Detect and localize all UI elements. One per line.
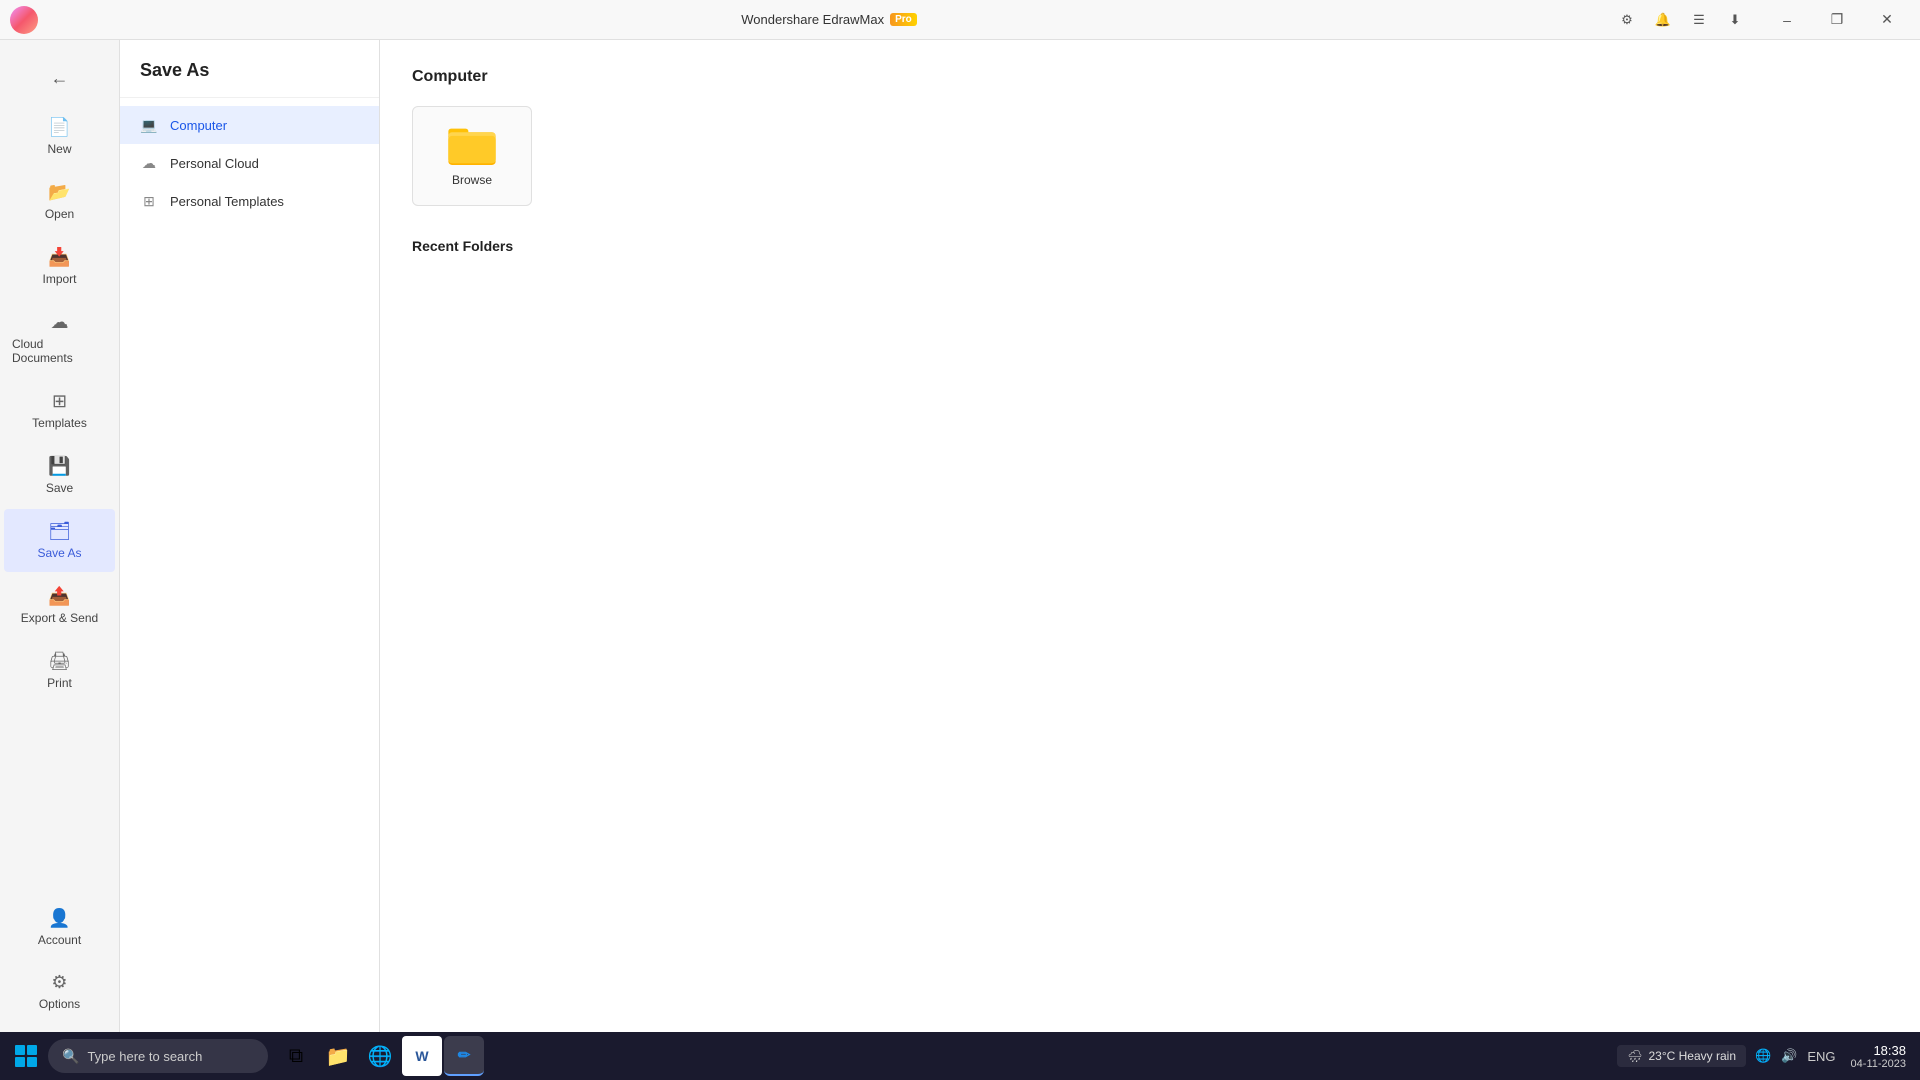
toolbar-icons: ⚙ 🔔 ☰ ⬇ <box>1612 6 1750 34</box>
save-as-computer-label: Computer <box>170 118 227 133</box>
sidebar-item-import-label: Import <box>42 272 76 286</box>
volume-icon[interactable]: 🔊 <box>1778 1046 1800 1066</box>
save-as-panel: Save As 💻 Computer ☁ Personal Cloud ⊞ Pe… <box>120 40 380 1032</box>
recent-folders-title: Recent Folders <box>412 238 1888 254</box>
network-icon[interactable]: 🌐 <box>1752 1046 1774 1066</box>
titlebar-controls: ⚙ 🔔 ☰ ⬇ – ❐ ✕ <box>1612 4 1910 36</box>
taskbar-app-edrawmax[interactable]: ✏ <box>444 1036 484 1076</box>
browse-card[interactable]: Browse <box>412 106 532 206</box>
taskbar-app-task-view[interactable]: ⧉ <box>276 1036 316 1076</box>
windows-logo <box>15 1045 37 1067</box>
sidebar-item-account-label: Account <box>38 933 81 947</box>
save-as-options: 💻 Computer ☁ Personal Cloud ⊞ Personal T… <box>120 98 379 228</box>
weather-widget[interactable]: 🌧 23°C Heavy rain <box>1617 1045 1746 1067</box>
taskbar-search-box[interactable]: 🔍 Type here to search <box>48 1039 268 1073</box>
save-as-title: Save As <box>120 40 379 98</box>
sidebar-left: ← 📄 New 📂 Open 📥 Import ☁ Cloud Document… <box>0 40 120 1032</box>
browse-label: Browse <box>452 173 492 187</box>
taskbar-right: 🌧 23°C Heavy rain 🌐 🔊 ENG 18:38 04-11-20… <box>1617 1041 1912 1072</box>
clock-date: 04-11-2023 <box>1851 1058 1906 1070</box>
section-title: Computer <box>412 68 1888 86</box>
save-as-personal-templates-option[interactable]: ⊞ Personal Templates <box>120 182 379 220</box>
sidebar-item-export-label: Export & Send <box>21 611 98 625</box>
sidebar-bottom: 👤 Account ⚙ Options <box>0 895 119 1032</box>
notifications-icon-btn[interactable]: 🔔 <box>1648 6 1678 34</box>
sidebar-item-open-label: Open <box>45 207 74 221</box>
sidebar-item-save-as[interactable]: 🗂 Save As <box>4 509 115 572</box>
clock-widget[interactable]: 18:38 04-11-2023 <box>1845 1041 1912 1072</box>
taskbar: 🔍 Type here to search ⧉ 📁 🌐 W ✏ 🌧 23°C H… <box>0 1032 1920 1080</box>
cloud-icon: ☁ <box>51 312 69 333</box>
save-as-personal-cloud-label: Personal Cloud <box>170 156 259 171</box>
back-button[interactable]: ← <box>38 56 82 100</box>
print-icon: 🖨 <box>48 651 71 672</box>
options-icon: ⚙ <box>51 972 67 993</box>
sidebar-item-print-label: Print <box>47 676 72 690</box>
save-icon: 💾 <box>48 456 70 477</box>
sys-tray-icons: 🌐 🔊 ENG <box>1752 1046 1839 1066</box>
save-as-computer-option[interactable]: 💻 Computer <box>120 106 379 144</box>
taskbar-search-icon: 🔍 <box>62 1048 79 1065</box>
sidebar-item-print[interactable]: 🖨 Print <box>4 639 115 702</box>
sidebar-item-export-send[interactable]: 📤 Export & Send <box>4 574 115 637</box>
sidebar-item-cloud-documents[interactable]: ☁ Cloud Documents <box>4 300 115 377</box>
taskbar-app-chrome[interactable]: 🌐 <box>360 1036 400 1076</box>
pro-badge: Pro <box>890 13 917 26</box>
sidebar-item-save-label: Save <box>46 481 73 495</box>
app-title: Wondershare EdrawMax <box>741 12 884 27</box>
folder-icon <box>448 125 496 165</box>
main-area: ← 📄 New 📂 Open 📥 Import ☁ Cloud Document… <box>0 40 1920 1032</box>
sidebar-item-open[interactable]: 📂 Open <box>4 170 115 233</box>
sidebar-item-save[interactable]: 💾 Save <box>4 444 115 507</box>
save-as-personal-cloud-option[interactable]: ☁ Personal Cloud <box>120 144 379 182</box>
sidebar-item-new-label: New <box>47 142 71 156</box>
export-icon: 📤 <box>48 586 70 607</box>
account-icon: 👤 <box>48 908 70 929</box>
download-icon-btn[interactable]: ⬇ <box>1720 6 1750 34</box>
sidebar-item-options-label: Options <box>39 997 80 1011</box>
save-as-icon: 🗂 <box>48 521 71 542</box>
save-as-personal-templates-label: Personal Templates <box>170 194 284 209</box>
open-icon: 📂 <box>48 182 70 203</box>
taskbar-app-word[interactable]: W <box>402 1036 442 1076</box>
weather-info: 23°C Heavy rain <box>1648 1049 1736 1063</box>
avatar <box>10 6 38 34</box>
new-icon: 📄 <box>48 117 70 138</box>
templates-icon: ⊞ <box>52 391 67 412</box>
close-button[interactable]: ✕ <box>1864 4 1910 36</box>
minimize-button[interactable]: – <box>1764 4 1810 36</box>
lang-label[interactable]: ENG <box>1804 1047 1838 1066</box>
sidebar-item-options[interactable]: ⚙ Options <box>4 960 115 1023</box>
clock-time: 18:38 <box>1851 1043 1906 1058</box>
restore-button[interactable]: ❐ <box>1814 4 1860 36</box>
personal-cloud-icon: ☁ <box>140 154 158 172</box>
personal-templates-icon: ⊞ <box>140 192 158 210</box>
sidebar-item-import[interactable]: 📥 Import <box>4 235 115 298</box>
titlebar: Wondershare EdrawMax Pro ⚙ 🔔 ☰ ⬇ – ❐ ✕ <box>0 0 1920 40</box>
taskbar-app-file-explorer[interactable]: 📁 <box>318 1036 358 1076</box>
sidebar-item-templates-label: Templates <box>32 416 87 430</box>
start-button[interactable] <box>8 1038 44 1074</box>
app-title-area: Wondershare EdrawMax Pro <box>741 12 917 27</box>
taskbar-search-placeholder: Type here to search <box>87 1049 202 1064</box>
computer-icon: 💻 <box>140 116 158 134</box>
settings-icon-btn[interactable]: ⚙ <box>1612 6 1642 34</box>
sidebar-item-account[interactable]: 👤 Account <box>4 896 115 959</box>
menu-icon-btn[interactable]: ☰ <box>1684 6 1714 34</box>
taskbar-apps: ⧉ 📁 🌐 W ✏ <box>276 1036 484 1076</box>
browse-grid: Browse <box>412 106 1888 206</box>
import-icon: 📥 <box>48 247 70 268</box>
weather-icon: 🌧 <box>1627 1049 1642 1063</box>
sidebar-item-templates[interactable]: ⊞ Templates <box>4 379 115 442</box>
sidebar-item-new[interactable]: 📄 New <box>4 105 115 168</box>
main-content: Computer Browse Recent Folders <box>380 40 1920 1032</box>
sidebar-item-cloud-label: Cloud Documents <box>12 337 107 365</box>
sidebar-item-save-as-label: Save As <box>37 546 81 560</box>
